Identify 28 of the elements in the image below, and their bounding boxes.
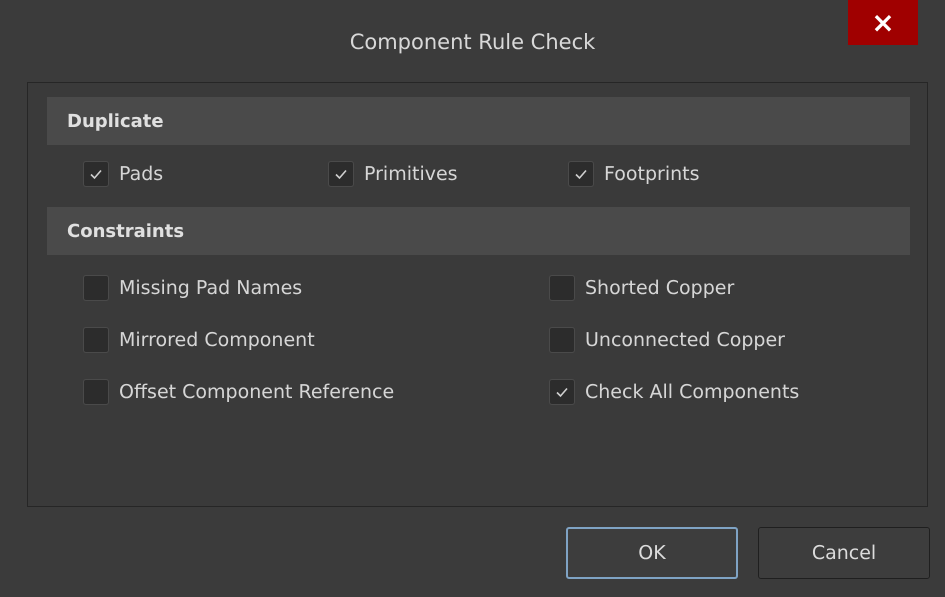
checkbox-label: Footprints — [604, 163, 700, 185]
check-icon — [574, 167, 588, 181]
checkbox-label: Mirrored Component — [119, 329, 315, 351]
checkbox[interactable] — [83, 161, 109, 187]
close-button[interactable]: × — [848, 0, 918, 45]
check-icon — [555, 385, 569, 399]
checkbox-label: Missing Pad Names — [119, 277, 302, 299]
window-title: Component Rule Check — [350, 30, 596, 54]
section-header: Constraints — [47, 207, 910, 255]
check-icon — [89, 167, 103, 181]
checkbox-label: Check All Components — [585, 381, 800, 403]
check-icon — [334, 167, 348, 181]
checkbox[interactable] — [83, 379, 109, 405]
checkbox[interactable] — [83, 275, 109, 301]
checkbox-label: Pads — [119, 163, 164, 185]
ok-button[interactable]: OK — [566, 527, 738, 579]
checkbox[interactable] — [328, 161, 354, 187]
section-header: Duplicate — [47, 97, 910, 145]
checkbox[interactable] — [549, 275, 575, 301]
checkbox-label: Primitives — [364, 163, 458, 185]
checkbox-label: Offset Component Reference — [119, 381, 394, 403]
checkbox[interactable] — [83, 327, 109, 353]
checkbox[interactable] — [549, 379, 575, 405]
checkbox-label: Shorted Copper — [585, 277, 734, 299]
checkbox[interactable] — [549, 327, 575, 353]
checkbox-label: Unconnected Copper — [585, 329, 785, 351]
cancel-button[interactable]: Cancel — [758, 527, 930, 579]
checkbox[interactable] — [568, 161, 594, 187]
